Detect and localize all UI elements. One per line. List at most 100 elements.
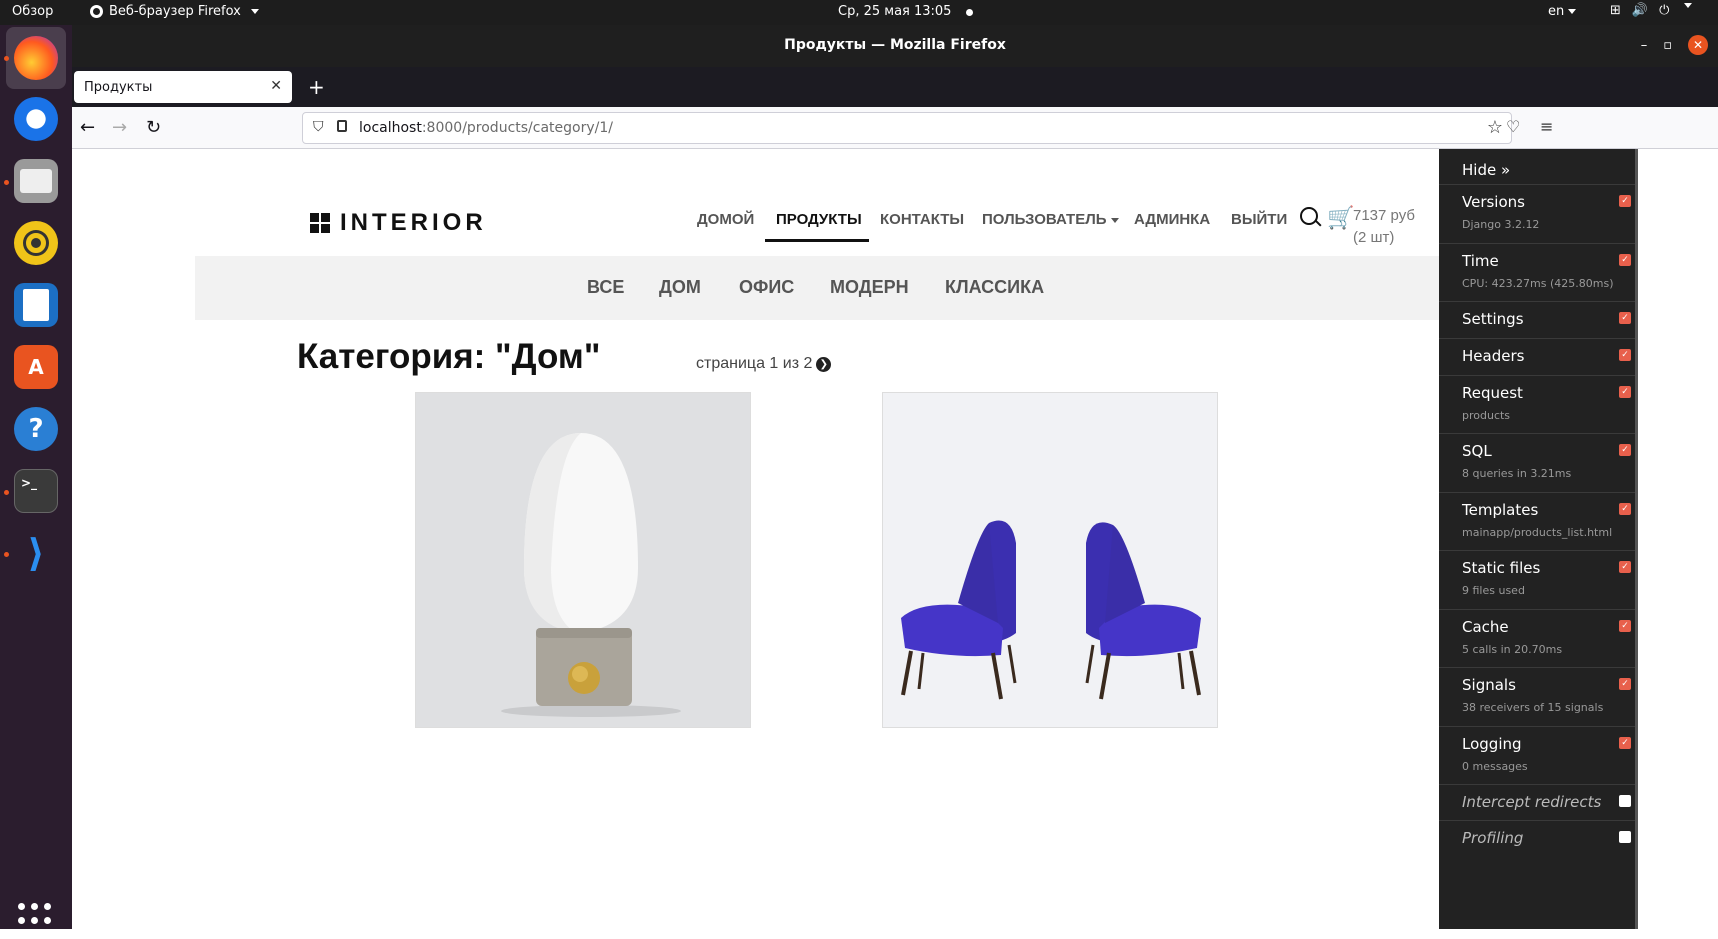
bookmark-star-icon[interactable]: ☆	[1487, 117, 1503, 138]
logo-mark-icon	[310, 213, 330, 233]
back-button[interactable]: ←	[80, 117, 95, 138]
cart-icon[interactable]: 🛒	[1327, 205, 1354, 231]
dock-terminal[interactable]: >_	[12, 467, 60, 515]
nav-logout[interactable]: ВЫЙТИ	[1231, 211, 1287, 228]
panel-toggle-checkbox[interactable]: ✓	[1619, 444, 1631, 456]
chevron-down-icon	[1568, 9, 1577, 14]
panel-toggle-checkbox[interactable]: ✓	[1619, 254, 1631, 266]
reload-button[interactable]: ↻	[146, 117, 161, 138]
show-applications-icon[interactable]	[18, 903, 54, 939]
panel-toggle-checkbox[interactable]	[1619, 795, 1631, 807]
running-indicator	[4, 180, 9, 185]
nav-user[interactable]: ПОЛЬЗОВАТЕЛЬ	[982, 211, 1119, 228]
page-info-icon[interactable]	[337, 120, 347, 132]
dock-rhythmbox[interactable]	[12, 219, 60, 267]
category-office[interactable]: ОФИС	[739, 277, 794, 298]
shield-icon[interactable]: ⛉	[313, 119, 324, 135]
dock-files[interactable]	[12, 157, 60, 205]
pocket-icon[interactable]: ♡	[1506, 117, 1520, 136]
category-modern[interactable]: МОДЕРН	[830, 277, 909, 298]
tab-title: Продукты	[84, 79, 153, 95]
url-bar[interactable]: ⛉ localhost:8000/products/category/1/ ☆	[302, 112, 1512, 144]
dock-firefox[interactable]	[6, 27, 66, 89]
debug-panel-cache[interactable]: Cache 5 calls in 20.70ms ✓	[1439, 609, 1638, 667]
debug-panel-signals[interactable]: Signals 38 receivers of 15 signals ✓	[1439, 667, 1638, 726]
forward-button[interactable]: →	[112, 117, 127, 138]
toolbar-scrollbar[interactable]	[1635, 149, 1638, 929]
chevron-down-icon	[1684, 3, 1693, 8]
dock-help[interactable]: ?	[12, 405, 60, 453]
nav-contacts[interactable]: КОНТАКТЫ	[880, 211, 964, 228]
search-icon[interactable]	[1300, 207, 1322, 229]
url-text[interactable]: localhost:8000/products/category/1/	[359, 120, 613, 136]
panel-toggle-checkbox[interactable]: ✓	[1619, 678, 1631, 690]
debug-panel-versions[interactable]: Versions Django 3.2.12 ✓	[1439, 184, 1638, 243]
web-page: INTERIOR ДОМОЙ ПРОДУКТЫ КОНТАКТЫ ПОЛЬЗОВ…	[72, 149, 1718, 929]
cart-summary[interactable]: 7137 руб (2 шт)	[1353, 205, 1415, 249]
tab-products[interactable]: Продукты ✕	[74, 71, 292, 103]
debug-panel-label: Signals	[1462, 676, 1516, 694]
dock-thunderbird[interactable]	[12, 95, 60, 143]
category-bar: ВСЕ ДОМ ОФИС МОДЕРН КЛАССИКА	[195, 256, 1445, 320]
debug-panel-settings[interactable]: Settings ✓	[1439, 301, 1638, 338]
firefox-icon	[14, 36, 58, 80]
debug-panel-label: Logging	[1462, 735, 1522, 753]
panel-toggle-checkbox[interactable]: ✓	[1619, 349, 1631, 361]
debug-panel-logging[interactable]: Logging 0 messages ✓	[1439, 726, 1638, 784]
debug-panel-headers[interactable]: Headers ✓	[1439, 338, 1638, 375]
dock-vscode[interactable]: ⟩	[12, 529, 60, 577]
pagination: страница 1 из 2 ❯	[696, 355, 832, 373]
activities-button[interactable]: Обзор	[12, 4, 53, 19]
language-switcher[interactable]: en	[1548, 4, 1577, 19]
debug-panel-intercept-redirects[interactable]: Intercept redirects	[1439, 784, 1638, 820]
nav-admin[interactable]: АДМИНКА	[1134, 211, 1210, 228]
running-indicator	[4, 490, 9, 495]
debug-panel-templates[interactable]: Templates mainapp/products_list.html ✓	[1439, 492, 1638, 550]
clock[interactable]: Ср, 25 мая 13:05	[838, 4, 951, 19]
thunderbird-icon	[14, 97, 58, 141]
debug-panel-profiling[interactable]: Profiling	[1439, 820, 1638, 856]
debug-panel-sql[interactable]: SQL 8 queries in 3.21ms ✓	[1439, 433, 1638, 492]
debug-panel-label: SQL	[1462, 442, 1492, 460]
panel-toggle-checkbox[interactable]: ✓	[1619, 737, 1631, 749]
debug-panel-request[interactable]: Request products ✓	[1439, 375, 1638, 433]
navigation-toolbar: ← → ↻ ⛉ localhost:8000/products/category…	[72, 107, 1718, 149]
category-all[interactable]: ВСЕ	[587, 277, 624, 298]
debug-panel-label: Profiling	[1462, 829, 1524, 847]
panel-toggle-checkbox[interactable]: ✓	[1619, 561, 1631, 573]
maximize-button[interactable]: ▫	[1663, 38, 1672, 53]
panel-toggle-checkbox[interactable]: ✓	[1619, 195, 1631, 207]
category-home[interactable]: ДОМ	[659, 277, 701, 298]
app-menu[interactable]: Веб-браузер Firefox	[90, 4, 259, 19]
dock-software[interactable]: A	[12, 343, 60, 391]
category-classic[interactable]: КЛАССИКА	[945, 277, 1044, 298]
writer-icon	[14, 283, 58, 327]
new-tab-button[interactable]: +	[308, 75, 325, 99]
nav-home[interactable]: ДОМОЙ	[697, 211, 754, 228]
system-tray[interactable]: ⊞ 🔊 ⏻	[1610, 3, 1693, 18]
site-logo[interactable]: INTERIOR	[310, 209, 487, 237]
hide-toolbar-button[interactable]: Hide »	[1462, 161, 1510, 179]
panel-toggle-checkbox[interactable]: ✓	[1619, 312, 1631, 324]
next-page-icon[interactable]: ❯	[816, 356, 832, 372]
close-window-button[interactable]: ✕	[1688, 35, 1708, 55]
debug-panel-subtitle: products	[1462, 409, 1511, 422]
dock-writer[interactable]	[12, 281, 60, 329]
debug-panel-subtitle: 5 calls in 20.70ms	[1462, 643, 1563, 656]
vscode-icon: ⟩	[27, 531, 45, 575]
debug-panel-static-files[interactable]: Static files 9 files used ✓	[1439, 550, 1638, 609]
product-card[interactable]	[882, 392, 1218, 728]
menu-icon[interactable]: ≡	[1540, 117, 1553, 136]
debug-panel-time[interactable]: Time CPU: 423.27ms (425.80ms) ✓	[1439, 243, 1638, 301]
product-card[interactable]	[415, 392, 751, 728]
minimize-button[interactable]: –	[1641, 38, 1648, 53]
url-host: localhost	[359, 120, 422, 136]
close-tab-icon[interactable]: ✕	[270, 78, 282, 94]
tab-bar: Продукты ✕ +	[72, 67, 1718, 107]
panel-toggle-checkbox[interactable]	[1619, 831, 1631, 843]
nav-products[interactable]: ПРОДУКТЫ	[776, 211, 862, 228]
panel-toggle-checkbox[interactable]: ✓	[1619, 386, 1631, 398]
panel-toggle-checkbox[interactable]: ✓	[1619, 503, 1631, 515]
panel-toggle-checkbox[interactable]: ✓	[1619, 620, 1631, 632]
network-icon: ⊞	[1610, 3, 1621, 18]
